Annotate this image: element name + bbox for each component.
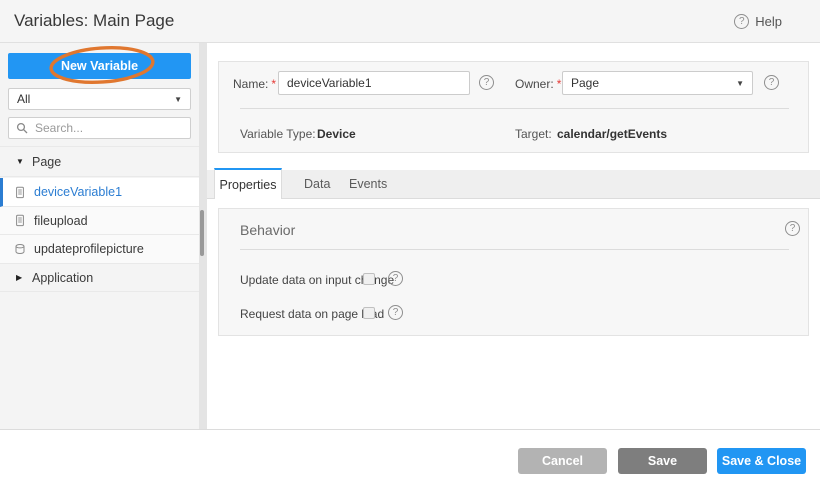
tree-group-label: Application — [32, 271, 93, 285]
device-variable-icon — [14, 214, 34, 227]
variable-type-label: Variable Type: — [240, 127, 316, 141]
footer-divider — [0, 429, 820, 430]
device-variable-icon — [14, 186, 34, 199]
request-on-page-load-help-icon[interactable]: ? — [388, 305, 403, 320]
update-on-input-change-checkbox[interactable] — [363, 273, 375, 285]
search-input[interactable] — [9, 118, 190, 138]
caret-down-icon: ▼ — [16, 157, 32, 166]
page-title: Variables: Main Page — [14, 11, 174, 31]
variable-filter-dropdown[interactable]: All ▼ — [8, 88, 191, 110]
target-label: Target: — [515, 127, 552, 141]
search-box — [8, 117, 191, 139]
help-label: Help — [755, 14, 782, 29]
behavior-help-icon[interactable]: ? — [785, 221, 800, 236]
name-label: Name:* — [233, 77, 276, 91]
tree-group-page[interactable]: ▼ Page — [0, 146, 199, 177]
sidebar-scrollbar[interactable] — [199, 43, 207, 429]
behavior-title: Behavior — [240, 222, 295, 238]
request-on-page-load-checkbox[interactable] — [363, 307, 375, 319]
save-button[interactable]: Save — [618, 448, 707, 474]
help-button[interactable]: ? Help — [734, 14, 782, 29]
tab-properties[interactable]: Properties — [214, 168, 282, 199]
required-asterisk: * — [271, 77, 276, 91]
tree-item-updateprofilepicture[interactable]: updateprofilepicture — [0, 235, 199, 264]
name-help-icon[interactable]: ? — [479, 75, 494, 90]
required-asterisk: * — [557, 77, 562, 91]
tree-item-label: updateprofilepicture — [34, 242, 144, 256]
variable-type-value: Device — [317, 127, 356, 141]
search-icon — [16, 122, 29, 135]
tree-item-fileupload[interactable]: fileupload — [0, 207, 199, 235]
variable-filter-value: All — [17, 92, 30, 106]
tree-item-devicevariable1[interactable]: deviceVariable1 — [0, 178, 199, 207]
owner-label: Owner:* — [515, 77, 561, 91]
owner-dropdown[interactable]: Page ▼ — [562, 71, 753, 95]
caret-right-icon: ▶ — [16, 273, 32, 282]
save-and-close-button[interactable]: Save & Close — [717, 448, 806, 474]
owner-value: Page — [571, 76, 599, 90]
info-divider — [240, 108, 789, 109]
name-input[interactable] — [278, 71, 470, 95]
tree-item-label: fileupload — [34, 214, 88, 228]
tree-item-label: deviceVariable1 — [34, 185, 122, 199]
new-variable-button[interactable]: New Variable — [8, 53, 191, 79]
cancel-button[interactable]: Cancel — [518, 448, 607, 474]
service-variable-icon — [14, 243, 34, 256]
owner-help-icon[interactable]: ? — [764, 75, 779, 90]
chevron-down-icon: ▼ — [174, 95, 182, 104]
tree-group-application[interactable]: ▶ Application — [0, 264, 199, 292]
tab-bar — [207, 170, 820, 199]
sidebar-scrollbar-thumb[interactable] — [200, 210, 204, 256]
tree-group-label: Page — [32, 155, 61, 169]
target-value: calendar/getEvents — [557, 127, 667, 141]
chevron-down-icon: ▼ — [736, 79, 744, 88]
tab-events[interactable]: Events — [349, 177, 387, 191]
update-on-input-change-help-icon[interactable]: ? — [388, 271, 403, 286]
behavior-divider — [240, 249, 789, 250]
help-icon: ? — [734, 14, 749, 29]
header: Variables: Main Page ? Help — [0, 0, 820, 43]
tab-data[interactable]: Data — [304, 177, 330, 191]
